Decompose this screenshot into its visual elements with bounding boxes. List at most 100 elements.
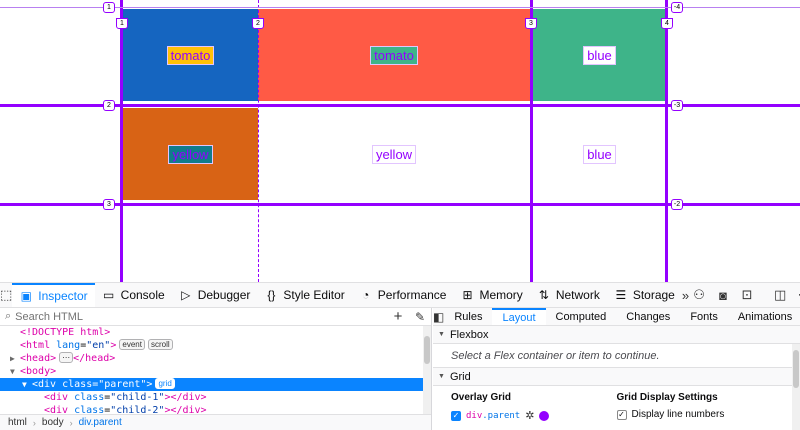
markup-badge[interactable]: scroll (147, 339, 173, 350)
tab-fonts[interactable]: Fonts (680, 308, 728, 325)
tab-performance[interactable]: ◔ Performance (352, 283, 454, 307)
grid-line-number: -2 (671, 199, 683, 210)
markup-node[interactable]: <!DOCTYPE html> (0, 326, 431, 339)
grid-section: Overlay Grid ✓ div.parent ✲ Grid Display… (433, 386, 800, 422)
flexbox-accordion-header[interactable]: ▼ Flexbox (433, 326, 800, 344)
more-tools-chevron-icon[interactable]: » (682, 283, 689, 307)
markup-node[interactable]: ▶ <head> ⋯ </head> (0, 352, 431, 365)
pick-element-icon[interactable]: ⬚ (0, 283, 12, 307)
flexbox-message: Select a Flex container or item to conti… (433, 344, 800, 368)
markup-tag: > (110, 340, 117, 351)
markup-tag: <body> (20, 366, 57, 377)
performance-icon: ◔ (362, 288, 370, 302)
scrollbar-thumb[interactable] (793, 350, 799, 388)
grid-cell-6: blue (533, 108, 666, 200)
grid-line-col-4 (665, 0, 668, 282)
tab-storage[interactable]: ☰ Storage (607, 283, 682, 307)
triangle-right-icon[interactable]: ▶ (10, 352, 20, 365)
console-icon: ▭ (102, 288, 115, 302)
responsive-design-icon[interactable]: ⚇ (689, 287, 709, 303)
search-input[interactable]: Search HTML (15, 311, 83, 323)
grid-color-swatch[interactable] (539, 410, 550, 421)
markup-tag: <div (44, 392, 75, 403)
grid-line-number: 2 (252, 18, 264, 29)
tab-label: Performance (377, 288, 447, 302)
grid-line-number: 2 (103, 100, 115, 111)
grid-cell-9 (533, 207, 666, 282)
grid-cell-4: yellow (123, 108, 258, 200)
grid-accordion-header[interactable]: ▼ Grid (433, 368, 800, 386)
tab-label: Memory (479, 288, 523, 302)
tab-changes[interactable]: Changes (616, 308, 680, 325)
tab-style-editor[interactable]: {} Style Editor (257, 283, 351, 307)
rulers-icon[interactable]: ⊡ (737, 287, 757, 303)
markup-panel: ⌕ Search HTML + ✎ <!DOCTYPE html> <html l… (0, 308, 432, 430)
more-options-icon[interactable]: ⋯ (794, 287, 800, 303)
tab-debugger[interactable]: ▷ Debugger (172, 283, 258, 307)
tab-inspector[interactable]: ▣ Inspector (12, 283, 95, 307)
tab-label: Style Editor (283, 288, 345, 302)
markup-attr-name: lang (56, 340, 81, 351)
eyedropper-icon[interactable]: ✎ (409, 308, 431, 326)
grid-line-number: 1 (116, 18, 128, 29)
scrollbar-thumb[interactable] (424, 336, 430, 364)
grid-cell-2: tomato (258, 9, 530, 101)
grid-cell-5: yellow (258, 108, 530, 200)
markup-node[interactable]: ▼ <div class="parent"> grid (0, 378, 431, 391)
markup-node[interactable]: <div class="child-1"></div> (0, 391, 431, 404)
tab-memory[interactable]: ⊞ Memory (453, 283, 529, 307)
tab-rules[interactable]: Rules (444, 308, 492, 325)
tab-animations[interactable]: Animations (728, 308, 800, 325)
overlay-grid-column: Overlay Grid ✓ div.parent ✲ (433, 392, 617, 422)
breadcrumb-item[interactable]: body (42, 417, 64, 428)
triangle-down-icon[interactable]: ▼ (10, 365, 20, 378)
grid-cell-label: blue (583, 45, 616, 65)
grid-cell-label: blue (583, 144, 616, 164)
markup-attr-value: "parent" (98, 379, 147, 390)
tab-layout[interactable]: Layout (492, 308, 546, 325)
markup-badge[interactable]: grid (155, 378, 175, 389)
grid-line-col-3 (530, 0, 533, 282)
grid-line-number: 4 (661, 18, 673, 29)
grid-cell-8 (258, 207, 530, 282)
grid-line-col-2 (258, 0, 259, 282)
grid-cell-1: tomato (123, 9, 258, 101)
triangle-down-icon[interactable]: ▼ (22, 378, 32, 391)
screenshot-icon[interactable]: ◙ (713, 288, 733, 303)
markup-node[interactable]: <html lang="en"> event scroll (0, 339, 431, 352)
page-viewport: tomato tomato blue yellow yellow blue 1 … (0, 0, 800, 282)
breadcrumb-item[interactable]: div.parent (79, 417, 122, 428)
storage-icon: ☰ (615, 288, 627, 302)
display-line-numbers-option[interactable]: ✓ Display line numbers (616, 409, 800, 420)
markup-badge[interactable]: ⋯ (59, 352, 74, 363)
grid-node-class: .parent (482, 410, 521, 421)
tab-network[interactable]: ⇅ Network (530, 283, 607, 307)
markup-node[interactable]: ▼ <body> (0, 365, 431, 378)
memory-icon: ⊞ (462, 288, 473, 302)
grid-node-name[interactable]: div.parent (466, 411, 520, 421)
grid-display-settings-column: Grid Display Settings ✓ Display line num… (616, 392, 800, 422)
grid-cell-label: yellow (371, 144, 417, 164)
layout-scrollbar[interactable] (792, 344, 800, 430)
overlay-checkbox[interactable]: ✓ (451, 410, 461, 421)
chevron-right-icon: › (69, 417, 73, 428)
markup-tag: </head> (73, 353, 116, 364)
grid-line-number: -4 (671, 2, 683, 13)
markup-tree: <!DOCTYPE html> <html lang="en"> event scro… (0, 326, 431, 419)
markup-scrollbar[interactable] (423, 326, 431, 419)
tab-console[interactable]: ▭ Console (95, 283, 172, 307)
display-line-numbers-checkbox[interactable]: ✓ (616, 409, 627, 420)
grid-display-settings-heading: Grid Display Settings (616, 392, 718, 403)
add-node-icon[interactable]: + (387, 308, 409, 326)
tab-label: Console (120, 288, 165, 302)
dock-side-icon[interactable]: ◫ (770, 287, 790, 303)
markup-badge[interactable]: event (119, 339, 145, 350)
toggle-split-icon[interactable]: ◧ (433, 308, 444, 325)
markup-attr-name: class (74, 392, 105, 403)
tab-computed[interactable]: Computed (546, 308, 617, 325)
markup-attr-value: "child-1" (110, 392, 165, 403)
highlight-target-icon[interactable]: ✲ (525, 409, 534, 422)
grid-node-tag: div (466, 410, 483, 421)
breadcrumb-item[interactable]: html (8, 417, 27, 428)
markup-tag: ></div> (164, 392, 207, 403)
